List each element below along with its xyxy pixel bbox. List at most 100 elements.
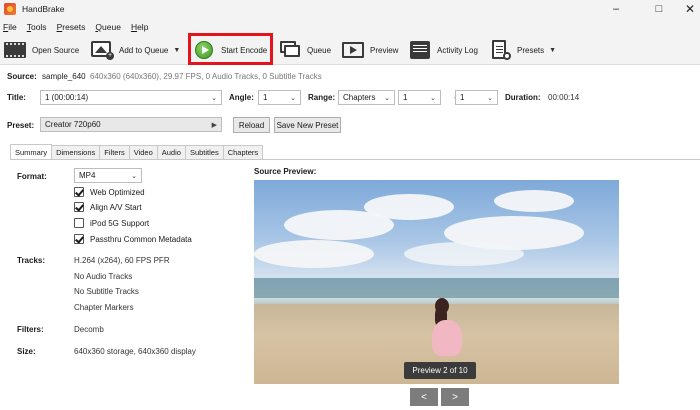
chevron-down-icon: ⌄ xyxy=(487,95,493,102)
tracks-label: Tracks: xyxy=(17,256,46,265)
presets-label: Presets xyxy=(517,45,545,55)
film-icon xyxy=(4,40,26,60)
open-source-label: Open Source xyxy=(32,45,80,55)
menu-presets[interactable]: Presets xyxy=(57,22,86,32)
tab-divider xyxy=(10,159,700,160)
preset-selector[interactable]: Creator 720p60 ▶ xyxy=(40,117,222,132)
size-value: 640x360 storage, 640x360 display xyxy=(74,347,196,356)
range-end-select[interactable]: 1 ⌄ xyxy=(455,90,498,105)
range-end-value: 1 xyxy=(460,93,465,102)
chevron-down-icon[interactable]: ▼ xyxy=(173,47,180,54)
tab-audio[interactable]: Audio xyxy=(156,145,186,159)
checkbox-unchecked-icon xyxy=(74,218,84,228)
tab-label: Audio xyxy=(161,148,181,157)
presets-icon xyxy=(489,40,511,60)
tab-video[interactable]: Video xyxy=(128,145,158,159)
minimize-icon[interactable]: – xyxy=(601,0,631,18)
passthru-metadata-label: Passthru Common Metadata xyxy=(90,234,192,244)
duration-value: 00:00:14 xyxy=(548,93,580,102)
window-title: HandBrake xyxy=(22,4,65,14)
tab-filters[interactable]: Filters xyxy=(99,145,130,159)
checkbox-checked-icon xyxy=(74,202,84,212)
size-label: Size: xyxy=(17,347,36,356)
chevron-down-icon: ⌄ xyxy=(131,173,137,180)
web-optimized-label: Web Optimized xyxy=(90,187,145,197)
ipod-5g-support-checkbox[interactable]: iPod 5G Support xyxy=(74,217,149,229)
activity-log-label: Activity Log xyxy=(437,45,478,55)
filters-label: Filters: xyxy=(17,325,44,334)
range-start-select[interactable]: 1 ⌄ xyxy=(398,90,441,105)
duration-label: Duration: xyxy=(505,93,541,102)
tab-subtitles[interactable]: Subtitles xyxy=(184,145,224,159)
tab-label: Video xyxy=(133,148,153,157)
menu-queue[interactable]: Queue xyxy=(95,22,121,32)
source-label: Source: xyxy=(7,72,37,81)
track-chapters: Chapter Markers xyxy=(74,303,134,312)
open-source-button[interactable]: Open Source xyxy=(4,38,79,62)
format-select[interactable]: MP4 ⌄ xyxy=(74,168,142,183)
title-select[interactable]: 1 (00:00:14) ⌄ xyxy=(40,90,222,105)
presets-button[interactable]: Presets ▼ xyxy=(489,38,556,62)
add-to-queue-button[interactable]: + Add to Queue ▼ xyxy=(91,38,180,62)
preset-value: Creator 720p60 xyxy=(45,120,101,129)
tab-chapters[interactable]: Chapters xyxy=(222,145,264,159)
range-type-select[interactable]: Chapters ⌄ xyxy=(338,90,395,105)
chevron-down-icon: ⌄ xyxy=(384,95,390,102)
tab-label: Subtitles xyxy=(189,148,219,157)
chevron-right-icon: ▶ xyxy=(211,122,217,129)
preview-button[interactable]: Preview xyxy=(342,38,398,62)
next-preview-button[interactable]: > xyxy=(441,388,469,406)
preview-label: Preview xyxy=(370,45,399,55)
title-bar: HandBrake – □ ✕ xyxy=(0,0,700,18)
tab-label: Filters xyxy=(104,148,125,157)
reload-button[interactable]: Reload xyxy=(233,117,270,133)
align-av-start-label: Align A/V Start xyxy=(90,202,142,212)
menu-file[interactable]: File xyxy=(3,22,17,32)
tab-summary[interactable]: Summary xyxy=(10,144,53,159)
chevron-right-icon: > xyxy=(452,391,458,403)
preview-counter: Preview 2 of 10 xyxy=(404,362,476,379)
tab-dimensions[interactable]: Dimensions xyxy=(51,145,101,159)
range-label: Range: xyxy=(308,93,336,102)
checkbox-checked-icon xyxy=(74,187,84,197)
track-subtitle: No Subtitle Tracks xyxy=(74,287,139,296)
title-label: Title: xyxy=(7,93,26,102)
activity-log-button[interactable]: Activity Log xyxy=(409,38,478,62)
preview-image xyxy=(254,180,619,384)
title-value: 1 (00:00:14) xyxy=(45,93,89,102)
align-av-start-checkbox[interactable]: Align A/V Start xyxy=(74,201,142,213)
preset-label: Preset: xyxy=(7,121,35,130)
track-audio: No Audio Tracks xyxy=(74,272,133,281)
range-start-value: 1 xyxy=(403,93,408,102)
maximize-icon[interactable]: □ xyxy=(644,0,674,18)
tab-label: Summary xyxy=(15,147,48,157)
handbrake-logo-icon xyxy=(4,3,16,15)
add-image-icon: + xyxy=(91,40,114,60)
save-new-preset-button[interactable]: Save New Preset xyxy=(274,117,341,133)
queue-label: Queue xyxy=(307,45,332,55)
chevron-down-icon[interactable]: ▼ xyxy=(549,47,556,54)
queue-button[interactable]: Queue xyxy=(279,38,331,62)
passthru-metadata-checkbox[interactable]: Passthru Common Metadata xyxy=(74,233,192,245)
web-optimized-checkbox[interactable]: Web Optimized xyxy=(74,186,145,198)
menu-help[interactable]: Help xyxy=(131,22,148,32)
angle-label: Angle: xyxy=(229,93,254,102)
ipod-5g-support-label: iPod 5G Support xyxy=(90,218,150,228)
start-encode-highlight xyxy=(188,33,273,65)
angle-select[interactable]: 1 ⌄ xyxy=(258,90,301,105)
preview-icon xyxy=(342,40,364,60)
tab-label: Dimensions xyxy=(56,148,96,157)
settings-tabs: Summary Dimensions Filters Video Audio S… xyxy=(10,144,264,159)
chevron-down-icon: ⌄ xyxy=(430,95,436,102)
menu-tools[interactable]: Tools xyxy=(27,22,47,32)
tab-label: Chapters xyxy=(227,148,259,157)
save-new-preset-label: Save New Preset xyxy=(276,120,339,130)
chevron-left-icon: < xyxy=(421,391,427,403)
format-label: Format: xyxy=(17,172,47,181)
queue-icon xyxy=(279,40,301,60)
toolbar: Open Source + Add to Queue ▼ Start Encod… xyxy=(0,35,700,65)
previous-preview-button[interactable]: < xyxy=(410,388,438,406)
menu-bar: File Tools Presets Queue Help xyxy=(0,18,700,35)
close-icon[interactable]: ✕ xyxy=(675,0,700,18)
add-to-queue-label: Add to Queue xyxy=(119,45,169,55)
